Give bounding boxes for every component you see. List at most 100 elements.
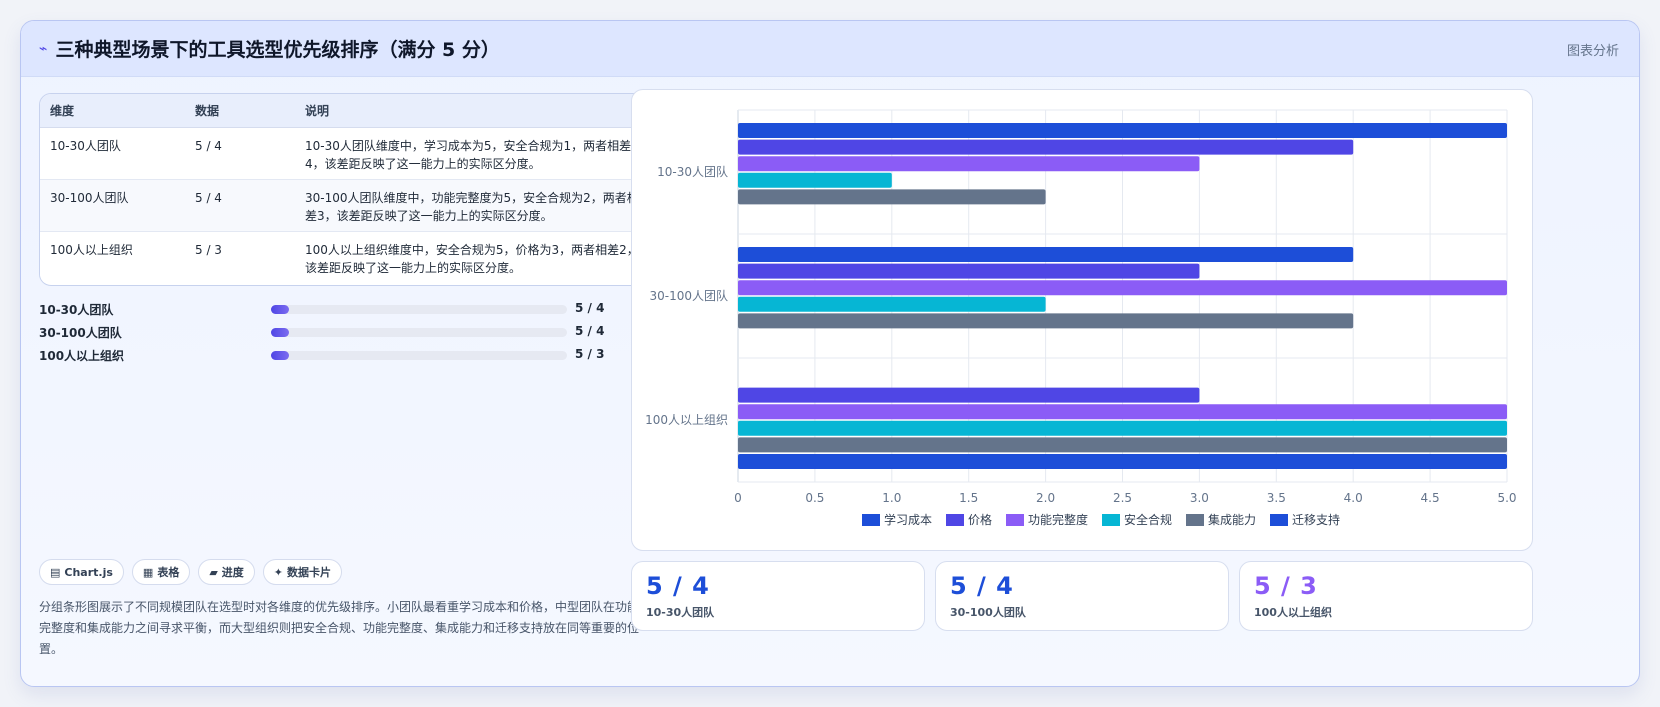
sparkle-icon: ✦ [273,565,284,579]
progress-value: 5 / 4 [575,301,605,315]
legend-label: 功能完整度 [1028,512,1088,527]
tag-label: 数据卡片 [287,566,332,579]
bar-安全合规 [738,296,1046,312]
y-category-label: 100人以上组织 [645,413,728,427]
page-title: 三种典型场景下的工具选型优先级排序（满分 5 分） [55,39,500,61]
x-tick-label: 0.5 [805,491,824,505]
bar-价格 [738,263,1200,279]
x-tick-label: 2.0 [1036,491,1055,505]
progress-track [271,351,567,360]
bar-价格 [738,139,1354,155]
bar-功能完整度 [738,280,1507,296]
bar-安全合规 [738,420,1507,436]
bar-功能完整度 [738,156,1200,172]
x-tick-label: 4.0 [1344,491,1363,505]
bar-安全合规 [738,172,892,188]
legend-swatch [1102,514,1120,526]
tag-data-card[interactable]: ✦ 数据卡片 [262,559,343,585]
tag-progress[interactable]: ▰ 进度 [198,559,255,585]
stat-label: 30-100人团队 [950,606,1026,619]
legend-swatch [1270,514,1288,526]
table-row: 100人以上组织 5 / 3 100人以上组织维度中，安全合规为5，价格为3，两… [40,231,650,283]
progress-value: 5 / 3 [575,347,605,361]
table-cell-data: 5 / 3 [185,231,295,283]
progress-label: 10-30人团队 [39,303,114,317]
bar-集成能力 [738,437,1507,453]
table-cell-data: 5 / 4 [185,127,295,180]
x-tick-label: 3.5 [1267,491,1286,505]
table-row: 10-30人团队 5 / 4 10-30人团队维度中，学习成本为5，安全合规为1… [40,127,650,180]
progress-list: 10-30人团队 5 / 4 30-100人团队 5 / 4 100人以上组织 … [39,301,651,370]
bar-价格 [738,387,1200,403]
stat-value: 5 / 4 [646,572,710,600]
x-tick-label: 2.5 [1113,491,1132,505]
bar-学习成本 [738,247,1354,262]
table-cell-dimension: 100人以上组织 [40,231,185,283]
bar-chart: 0 0.5 1.0 1.5 2.0 2.5 3.0 3.5 4.0 4.5 5.0 10-30人团队 3… [645,109,1517,527]
table-header-row: 维度 数据 说明 [40,94,650,128]
stat-value: 5 / 3 [1254,572,1318,600]
x-tick-label: 1.5 [959,491,978,505]
chart-container: 0 0.5 1.0 1.5 2.0 2.5 3.0 3.5 4.0 4.5 5.0 10-30人团队 3… [631,89,1533,551]
table-icon: ▦ [142,565,154,579]
stat-value: 5 / 4 [950,572,1014,600]
tag-list: ▤ Chart.js ▦ 表格 ▰ 进度 ✦ 数据卡片 [39,559,343,585]
legend-label: 迁移支持 [1292,512,1340,527]
stat-label: 10-30人团队 [646,606,715,619]
chart-icon: ▤ [50,565,61,579]
stat-card: 5 / 4 10-30人团队 [631,561,925,631]
bar-集成能力 [738,313,1354,329]
column-header: 说明 [295,94,650,128]
progress-fill [271,328,289,337]
progress-track [271,328,567,337]
progress-row: 10-30人团队 5 / 4 [39,301,651,324]
progress-label: 30-100人团队 [39,326,122,340]
data-table: 维度 数据 说明 10-30人团队 5 / 4 10-30人团队维度中，学习成本… [39,93,651,286]
progress-row: 30-100人团队 5 / 4 [39,324,651,347]
tag-label: 表格 [157,566,180,579]
legend-label: 集成能力 [1208,512,1256,527]
y-category-label: 30-100人团队 [649,288,728,303]
table-cell-dimension: 10-30人团队 [40,127,185,180]
progress-label: 100人以上组织 [39,349,125,363]
tag-label: 进度 [221,566,244,579]
x-tick-label: 5.0 [1497,491,1516,505]
progress-icon: ▰ [209,565,218,579]
bar-功能完整度 [738,404,1507,420]
legend-swatch [946,514,964,526]
progress-fill [271,351,289,360]
legend-label: 价格 [968,512,992,527]
chart-card: ⌁ 三种典型场景下的工具选型优先级排序（满分 5 分） 图表分析 维度 数据 说… [20,20,1640,687]
legend-swatch [862,514,880,526]
x-tick-label: 4.5 [1421,491,1440,505]
stat-card: 5 / 4 30-100人团队 [935,561,1229,631]
chart-description: 分组条形图展示了不同规模团队在选型时对各维度的优先级排序。小团队最看重学习成本和… [39,600,640,656]
x-tick-label: 0 [734,491,742,505]
bar-集成能力 [738,189,1046,205]
stat-label: 100人以上组织 [1254,606,1332,619]
legend-label: 学习成本 [884,512,932,527]
progress-track [271,305,567,314]
bar-学习成本 [738,123,1507,138]
column-header: 维度 [40,94,185,128]
x-tick-label: 1.0 [882,491,901,505]
table-row: 30-100人团队 5 / 4 30-100人团队维度中，功能完整度为5，安全合… [40,179,650,232]
table-cell-data: 5 / 4 [185,179,295,232]
legend-swatch [1006,514,1024,526]
chart-analysis-label: 图表分析 [1566,44,1619,59]
table-cell-description: 100人以上组织维度中，安全合规为5，价格为3，两者相差2，该差距反映了这一能力… [295,231,650,283]
card-header: ⌁ 三种典型场景下的工具选型优先级排序（满分 5 分） 图表分析 [21,21,1639,77]
pulse-icon: ⌁ [39,40,48,57]
progress-value: 5 / 4 [575,324,605,338]
stat-card: 5 / 3 100人以上组织 [1239,561,1533,631]
table-cell-description: 10-30人团队维度中，学习成本为5，安全合规为1，两者相差4，该差距反映了这一… [295,127,650,180]
progress-row: 100人以上组织 5 / 3 [39,347,651,370]
y-category-label: 10-30人团队 [657,164,728,179]
tag-table[interactable]: ▦ 表格 [131,559,191,585]
table-cell-dimension: 30-100人团队 [40,179,185,232]
column-header: 数据 [185,94,295,128]
tag-chartjs[interactable]: ▤ Chart.js [39,559,124,585]
bar-迁移支持 [738,454,1507,469]
progress-fill [271,305,289,314]
x-tick-label: 3.0 [1190,491,1209,505]
